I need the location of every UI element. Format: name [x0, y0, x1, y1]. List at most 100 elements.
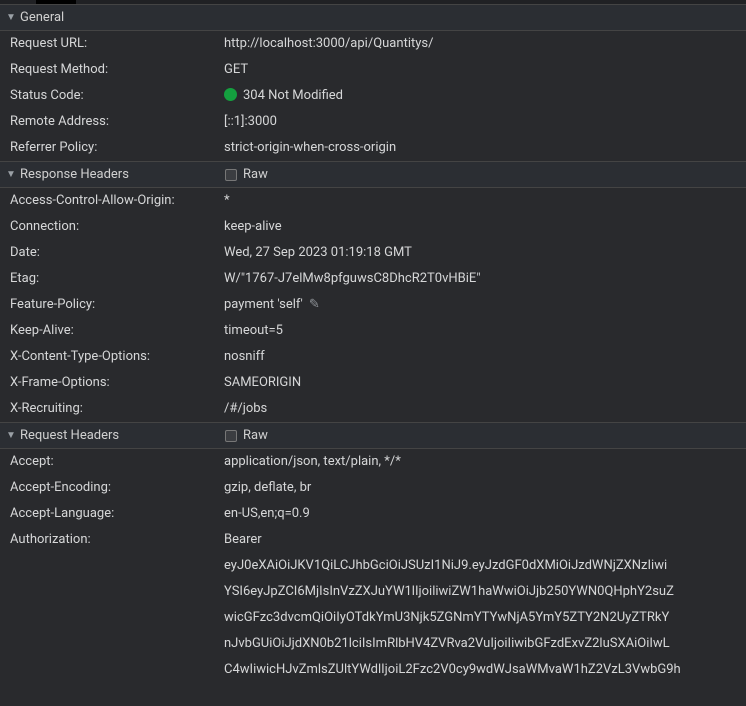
header-row: Status Code: 304 Not Modified — [0, 83, 746, 109]
header-row: Accept:application/json, text/plain, */* — [0, 449, 746, 475]
header-row-continuation: eyJ0eXAiOiJKV1QiLCJhbGciOiJSUzI1NiJ9.eyJ… — [0, 553, 746, 579]
header-value: GET — [224, 62, 248, 78]
header-label: Accept-Language: — [10, 506, 224, 522]
header-value-text: timeout=5 — [224, 323, 283, 338]
raw-label: Raw — [243, 167, 268, 182]
header-row: Request Method:GET — [0, 57, 746, 83]
header-label: Connection: — [10, 219, 224, 235]
header-label: Accept: — [10, 454, 224, 470]
header-label-empty — [10, 584, 224, 600]
header-row: Authorization:Bearer — [0, 527, 746, 553]
header-value: http://localhost:3000/api/Quantitys/ — [224, 36, 433, 52]
header-value: [::1]:3000 — [224, 114, 277, 130]
header-row: Date:Wed, 27 Sep 2023 01:19:18 GMT — [0, 240, 746, 266]
header-value-text: 304 Not Modified — [243, 88, 343, 103]
disclosure-triangle-icon: ▼ — [6, 430, 16, 441]
header-label: Etag: — [10, 271, 224, 287]
header-value: /#/jobs — [224, 401, 267, 417]
header-label: Referrer Policy: — [10, 140, 224, 156]
header-row-continuation: nJvbGUiOiJjdXN0b21lciIsImRlbHV4ZVRva2VuI… — [0, 631, 746, 657]
header-value-text: /#/jobs — [224, 401, 267, 416]
header-label: Keep-Alive: — [10, 323, 224, 339]
header-row: X-Recruiting:/#/jobs — [0, 396, 746, 422]
header-value: en-US,en;q=0.9 — [224, 506, 310, 522]
header-row: Accept-Encoding:gzip, deflate, br — [0, 475, 746, 501]
section-header-response-headers[interactable]: ▼ Response Headers Raw — [0, 161, 746, 188]
header-value-text: wicGFzc3dvcmQiOiIyOTdkYmU3Njk5ZGNmYTYwNj… — [224, 610, 669, 626]
header-value-text: W/"1767-J7elMw8pfguwsC8DhcR2T0vHBiE" — [224, 271, 480, 286]
header-label: X-Frame-Options: — [10, 375, 224, 391]
header-value-text: gzip, deflate, br — [224, 480, 311, 495]
header-row-continuation: wicGFzc3dvcmQiOiIyOTdkYmU3Njk5ZGNmYTYwNj… — [0, 605, 746, 631]
header-value: W/"1767-J7elMw8pfguwsC8DhcR2T0vHBiE" — [224, 271, 480, 287]
header-label: Request URL: — [10, 36, 224, 52]
header-label: Accept-Encoding: — [10, 480, 224, 496]
section-title-request-headers: Request Headers — [20, 428, 119, 443]
header-row: Remote Address:[::1]:3000 — [0, 109, 746, 135]
header-row: Etag:W/"1767-J7elMw8pfguwsC8DhcR2T0vHBiE… — [0, 266, 746, 292]
header-label-empty — [10, 636, 224, 652]
header-row: Keep-Alive:timeout=5 — [0, 318, 746, 344]
header-value-text: eyJ0eXAiOiJKV1QiLCJhbGciOiJSUzI1NiJ9.eyJ… — [224, 558, 667, 574]
header-value-text: nJvbGUiOiJjdXN0b21lciIsImRlbHV4ZVRva2VuI… — [224, 636, 670, 652]
header-value-text: Wed, 27 Sep 2023 01:19:18 GMT — [224, 245, 412, 260]
request-headers-rows: Accept:application/json, text/plain, */*… — [0, 449, 746, 683]
header-value-text: * — [224, 193, 230, 208]
edit-icon[interactable]: ✎ — [309, 297, 320, 313]
header-row-continuation: YSI6eyJpZCI6MjIsInVzZXJuYW1lIjoiliwiZW1h… — [0, 579, 746, 605]
header-label: Remote Address: — [10, 114, 224, 130]
header-value-text: GET — [224, 62, 248, 77]
header-label: X-Recruiting: — [10, 401, 224, 417]
header-value: SAMEORIGIN — [224, 375, 301, 391]
header-value: keep-alive — [224, 219, 282, 235]
header-label: Authorization: — [10, 532, 224, 548]
header-row: Request URL:http://localhost:3000/api/Qu… — [0, 31, 746, 57]
header-row: Access-Control-Allow-Origin:* — [0, 188, 746, 214]
header-row: X-Content-Type-Options:nosniff — [0, 344, 746, 370]
header-label: Status Code: — [10, 88, 224, 104]
header-value: gzip, deflate, br — [224, 480, 311, 496]
header-value-text: en-US,en;q=0.9 — [224, 506, 310, 521]
header-value-text: Bearer — [224, 532, 262, 547]
header-row: Connection:keep-alive — [0, 214, 746, 240]
header-value-text: application/json, text/plain, */* — [224, 454, 401, 469]
header-label-empty — [10, 610, 224, 626]
header-row: Accept-Language:en-US,en;q=0.9 — [0, 501, 746, 527]
header-value-text: SAMEORIGIN — [224, 375, 301, 390]
header-value-text: keep-alive — [224, 219, 282, 234]
disclosure-triangle-icon: ▼ — [6, 169, 16, 180]
general-rows: Request URL:http://localhost:3000/api/Qu… — [0, 31, 746, 161]
header-value: application/json, text/plain, */* — [224, 454, 401, 470]
header-label-empty — [10, 558, 224, 574]
section-title-general: General — [20, 10, 64, 25]
header-row: Referrer Policy:strict-origin-when-cross… — [0, 135, 746, 161]
raw-checkbox-response[interactable] — [225, 169, 237, 181]
response-headers-rows: Access-Control-Allow-Origin:*Connection:… — [0, 188, 746, 422]
header-value-text: nosniff — [224, 349, 265, 364]
header-label: Request Method: — [10, 62, 224, 78]
header-value-text: strict-origin-when-cross-origin — [224, 140, 396, 155]
header-label: X-Content-Type-Options: — [10, 349, 224, 365]
header-row: Feature-Policy:payment 'self' ✎ — [0, 292, 746, 318]
section-title-response-headers: Response Headers — [20, 167, 129, 182]
raw-label: Raw — [243, 428, 268, 443]
header-value: Bearer — [224, 532, 262, 548]
header-value-text: http://localhost:3000/api/Quantitys/ — [224, 36, 433, 51]
section-header-general[interactable]: ▼ General — [0, 4, 746, 31]
status-dot-icon — [224, 88, 237, 101]
section-header-request-headers[interactable]: ▼ Request Headers Raw — [0, 422, 746, 449]
header-label-empty — [10, 662, 224, 678]
header-value: 304 Not Modified — [224, 88, 343, 104]
header-label: Feature-Policy: — [10, 297, 224, 313]
header-value: Wed, 27 Sep 2023 01:19:18 GMT — [224, 245, 412, 261]
header-row: X-Frame-Options:SAMEORIGIN — [0, 370, 746, 396]
header-value-text: payment 'self' — [224, 297, 303, 312]
header-value: strict-origin-when-cross-origin — [224, 140, 396, 156]
header-value: * — [224, 193, 230, 209]
header-value: nosniff — [224, 349, 265, 365]
raw-checkbox-request[interactable] — [225, 430, 237, 442]
header-value-text: [::1]:3000 — [224, 114, 277, 129]
header-label: Date: — [10, 245, 224, 261]
header-value-text: C4wIiwicHJvZmlsZUltYWdlIjoiL2Fzc2V0cy9wd… — [224, 662, 681, 678]
header-value: payment 'self' ✎ — [224, 297, 320, 313]
